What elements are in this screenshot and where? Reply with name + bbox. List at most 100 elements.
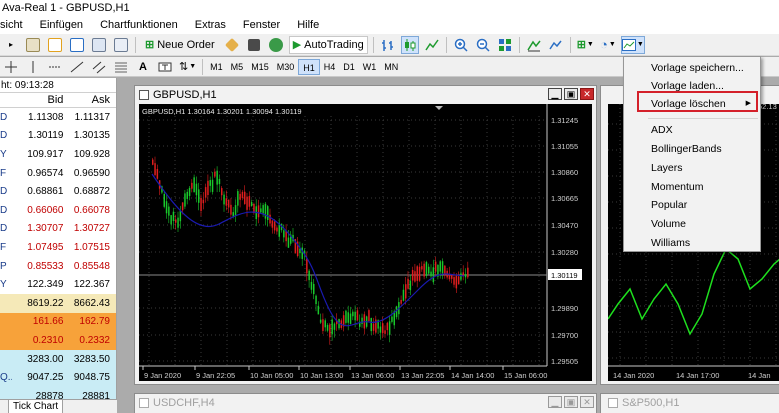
table-row[interactable]: 3283.00 3283.50 bbox=[0, 349, 116, 369]
menu-charts[interactable]: Chartfunktionen bbox=[92, 16, 187, 34]
chart-window-titlebar[interactable]: USDCHF,H4 ▁ ▣ ✕ bbox=[135, 394, 596, 411]
minimize-button[interactable]: ▁ bbox=[548, 88, 562, 100]
menu-view[interactable]: sicht bbox=[0, 16, 32, 34]
templates-button[interactable]: ▼ bbox=[620, 35, 645, 54]
ask-cell: 0.68872 bbox=[73, 186, 110, 198]
chart-window-gbpusd[interactable]: GBPUSD,H1 ▁ ▣ ✕ 1.31245 1.31055 1.30860 1.3… bbox=[134, 85, 597, 385]
horizontal-line-icon[interactable] bbox=[46, 58, 64, 76]
zoom-out-icon[interactable] bbox=[474, 36, 492, 54]
text-label-icon[interactable] bbox=[156, 58, 174, 76]
strategy-tester-icon[interactable] bbox=[112, 36, 130, 54]
timeframe-d1[interactable]: D1 bbox=[339, 59, 359, 75]
current-price-label: 1.30119 bbox=[551, 271, 578, 280]
equidistant-channel-icon[interactable] bbox=[90, 58, 108, 76]
timeframe-mn[interactable]: MN bbox=[380, 59, 402, 75]
menu-item-save-template[interactable]: Vorlage speichern... bbox=[624, 59, 760, 77]
close-button[interactable]: ✕ bbox=[580, 396, 594, 408]
periods-icon[interactable]: ◔ ▼ bbox=[599, 36, 617, 54]
candle-body bbox=[386, 322, 389, 331]
restore-button[interactable]: ▣ bbox=[564, 396, 578, 408]
autoscroll-icon[interactable] bbox=[525, 36, 543, 54]
menu-item-template-adx[interactable]: ADX bbox=[624, 121, 760, 139]
table-row[interactable]: D 0.66060 0.66078 bbox=[0, 200, 116, 220]
menu-item-template-williams[interactable]: Williams bbox=[624, 234, 760, 252]
candle-body bbox=[207, 180, 209, 196]
chart-area[interactable]: 1.31245 1.31055 1.30860 1.30665 1.30470 1.302… bbox=[139, 104, 592, 381]
menu-item-template-layers[interactable]: Layers bbox=[624, 159, 760, 177]
chart-window-titlebar[interactable]: S&P500,H1 bbox=[601, 394, 779, 411]
chart-shift-icon[interactable] bbox=[547, 36, 565, 54]
timeframe-h4[interactable]: H4 bbox=[320, 59, 340, 75]
tab-tick-chart[interactable]: Tick Chart bbox=[8, 400, 64, 413]
text-icon[interactable]: A bbox=[134, 58, 152, 76]
table-row[interactable]: Q... 9047.25 9048.75 bbox=[0, 368, 116, 387]
menu-item-template-volume[interactable]: Volume bbox=[624, 215, 760, 233]
candle-body bbox=[313, 283, 315, 295]
timeframe-m1[interactable]: M1 bbox=[206, 59, 227, 75]
menu-item-template-popular[interactable]: Popular bbox=[624, 196, 760, 214]
menu-tools[interactable]: Extras bbox=[187, 16, 235, 34]
profiles-icon[interactable] bbox=[24, 36, 42, 54]
arrows-icon[interactable]: ⇅ ▼ bbox=[178, 58, 197, 76]
table-row[interactable]: P 0.85533 0.85548 bbox=[0, 256, 116, 276]
market-watch-icon[interactable] bbox=[46, 36, 64, 54]
vertical-line-icon[interactable] bbox=[24, 58, 42, 76]
timeframe-m5[interactable]: M5 bbox=[227, 59, 248, 75]
timeframe-m15[interactable]: M15 bbox=[247, 59, 273, 75]
menu-item-template-momentum[interactable]: Momentum bbox=[624, 178, 760, 196]
standard-toolbar: ▸ ⊞ Neue Order ▶ AutoTrading ⊞ ▼ ◔ ▼ ▼ bbox=[0, 34, 779, 56]
table-row[interactable]: D 1.30707 1.30727 bbox=[0, 219, 116, 239]
bid-column-header[interactable]: Bid bbox=[12, 93, 66, 107]
menu-help[interactable]: Hilfe bbox=[289, 16, 328, 34]
ask-column-header[interactable]: Ask bbox=[65, 93, 116, 107]
new-order-button[interactable]: ⊞ Neue Order bbox=[141, 36, 219, 54]
candle-body bbox=[175, 219, 177, 223]
indicators-icon[interactable]: ⊞ ▼ bbox=[576, 36, 595, 54]
table-row[interactable]: F 0.96574 0.96590 bbox=[0, 163, 116, 183]
zoom-in-icon[interactable] bbox=[452, 36, 470, 54]
terminal-icon[interactable] bbox=[90, 36, 108, 54]
toolbar-chevron-icon[interactable]: ▸ bbox=[2, 36, 20, 54]
trendline-icon[interactable] bbox=[68, 58, 86, 76]
table-row[interactable]: F 1.07495 1.07515 bbox=[0, 238, 116, 257]
menu-insert[interactable]: Einfügen bbox=[32, 16, 92, 34]
table-row[interactable]: Y 122.349 122.367 bbox=[0, 275, 116, 294]
menu-window[interactable]: Fenster bbox=[235, 16, 289, 34]
navigator-icon[interactable] bbox=[68, 36, 86, 54]
candle-body bbox=[354, 311, 356, 321]
symbol-column-header[interactable] bbox=[0, 93, 12, 107]
templates-dropdown-menu: Vorlage speichern... Vorlage laden... Vo… bbox=[623, 56, 761, 252]
candlestick-icon[interactable] bbox=[400, 35, 419, 54]
chart-window-titlebar[interactable]: GBPUSD,H1 ▁ ▣ ✕ bbox=[135, 86, 596, 103]
bar-chart-icon[interactable] bbox=[379, 36, 397, 54]
table-row[interactable]: D 1.30119 1.30135 bbox=[0, 126, 116, 146]
table-row[interactable]: D 0.68861 0.68872 bbox=[0, 182, 116, 201]
market-icon[interactable] bbox=[267, 36, 285, 54]
candle-body bbox=[168, 206, 170, 216]
timeframe-w1[interactable]: W1 bbox=[359, 59, 381, 75]
table-row[interactable]: Y 109.917 109.928 bbox=[0, 145, 116, 164]
close-button[interactable]: ✕ bbox=[580, 88, 594, 100]
metaeditor-icon[interactable] bbox=[223, 36, 241, 54]
candle-body bbox=[177, 217, 179, 228]
chart-window-usdchf[interactable]: USDCHF,H4 ▁ ▣ ✕ bbox=[134, 393, 597, 413]
candlestick-chart[interactable]: 1.31245 1.31055 1.30860 1.30665 1.30470 1.302… bbox=[139, 104, 592, 381]
candle-body bbox=[262, 205, 264, 214]
restore-button[interactable]: ▣ bbox=[564, 88, 578, 100]
table-row[interactable]: 8619.22 8662.43 bbox=[0, 293, 116, 313]
table-row[interactable]: D 1.11308 1.11317 bbox=[0, 108, 116, 127]
line-chart-icon[interactable] bbox=[423, 36, 441, 54]
minimize-button[interactable]: ▁ bbox=[548, 396, 562, 408]
fibonacci-icon[interactable] bbox=[112, 58, 130, 76]
signals-icon[interactable] bbox=[245, 36, 263, 54]
tile-windows-icon[interactable] bbox=[496, 36, 514, 54]
table-row[interactable]: 161.66 162.79 bbox=[0, 312, 116, 332]
autotrading-button[interactable]: ▶ AutoTrading bbox=[288, 35, 368, 54]
crosshair-icon[interactable] bbox=[2, 58, 20, 76]
timeframe-m30[interactable]: M30 bbox=[273, 59, 299, 75]
timeframe-h1[interactable]: H1 bbox=[298, 58, 320, 75]
menu-item-template-bollinger[interactable]: BollingerBands bbox=[624, 140, 760, 158]
table-row[interactable]: 0.2310 0.2332 bbox=[0, 331, 116, 350]
candle-body bbox=[211, 179, 214, 192]
chart-window-sp500[interactable]: S&P500,H1 bbox=[600, 393, 779, 413]
